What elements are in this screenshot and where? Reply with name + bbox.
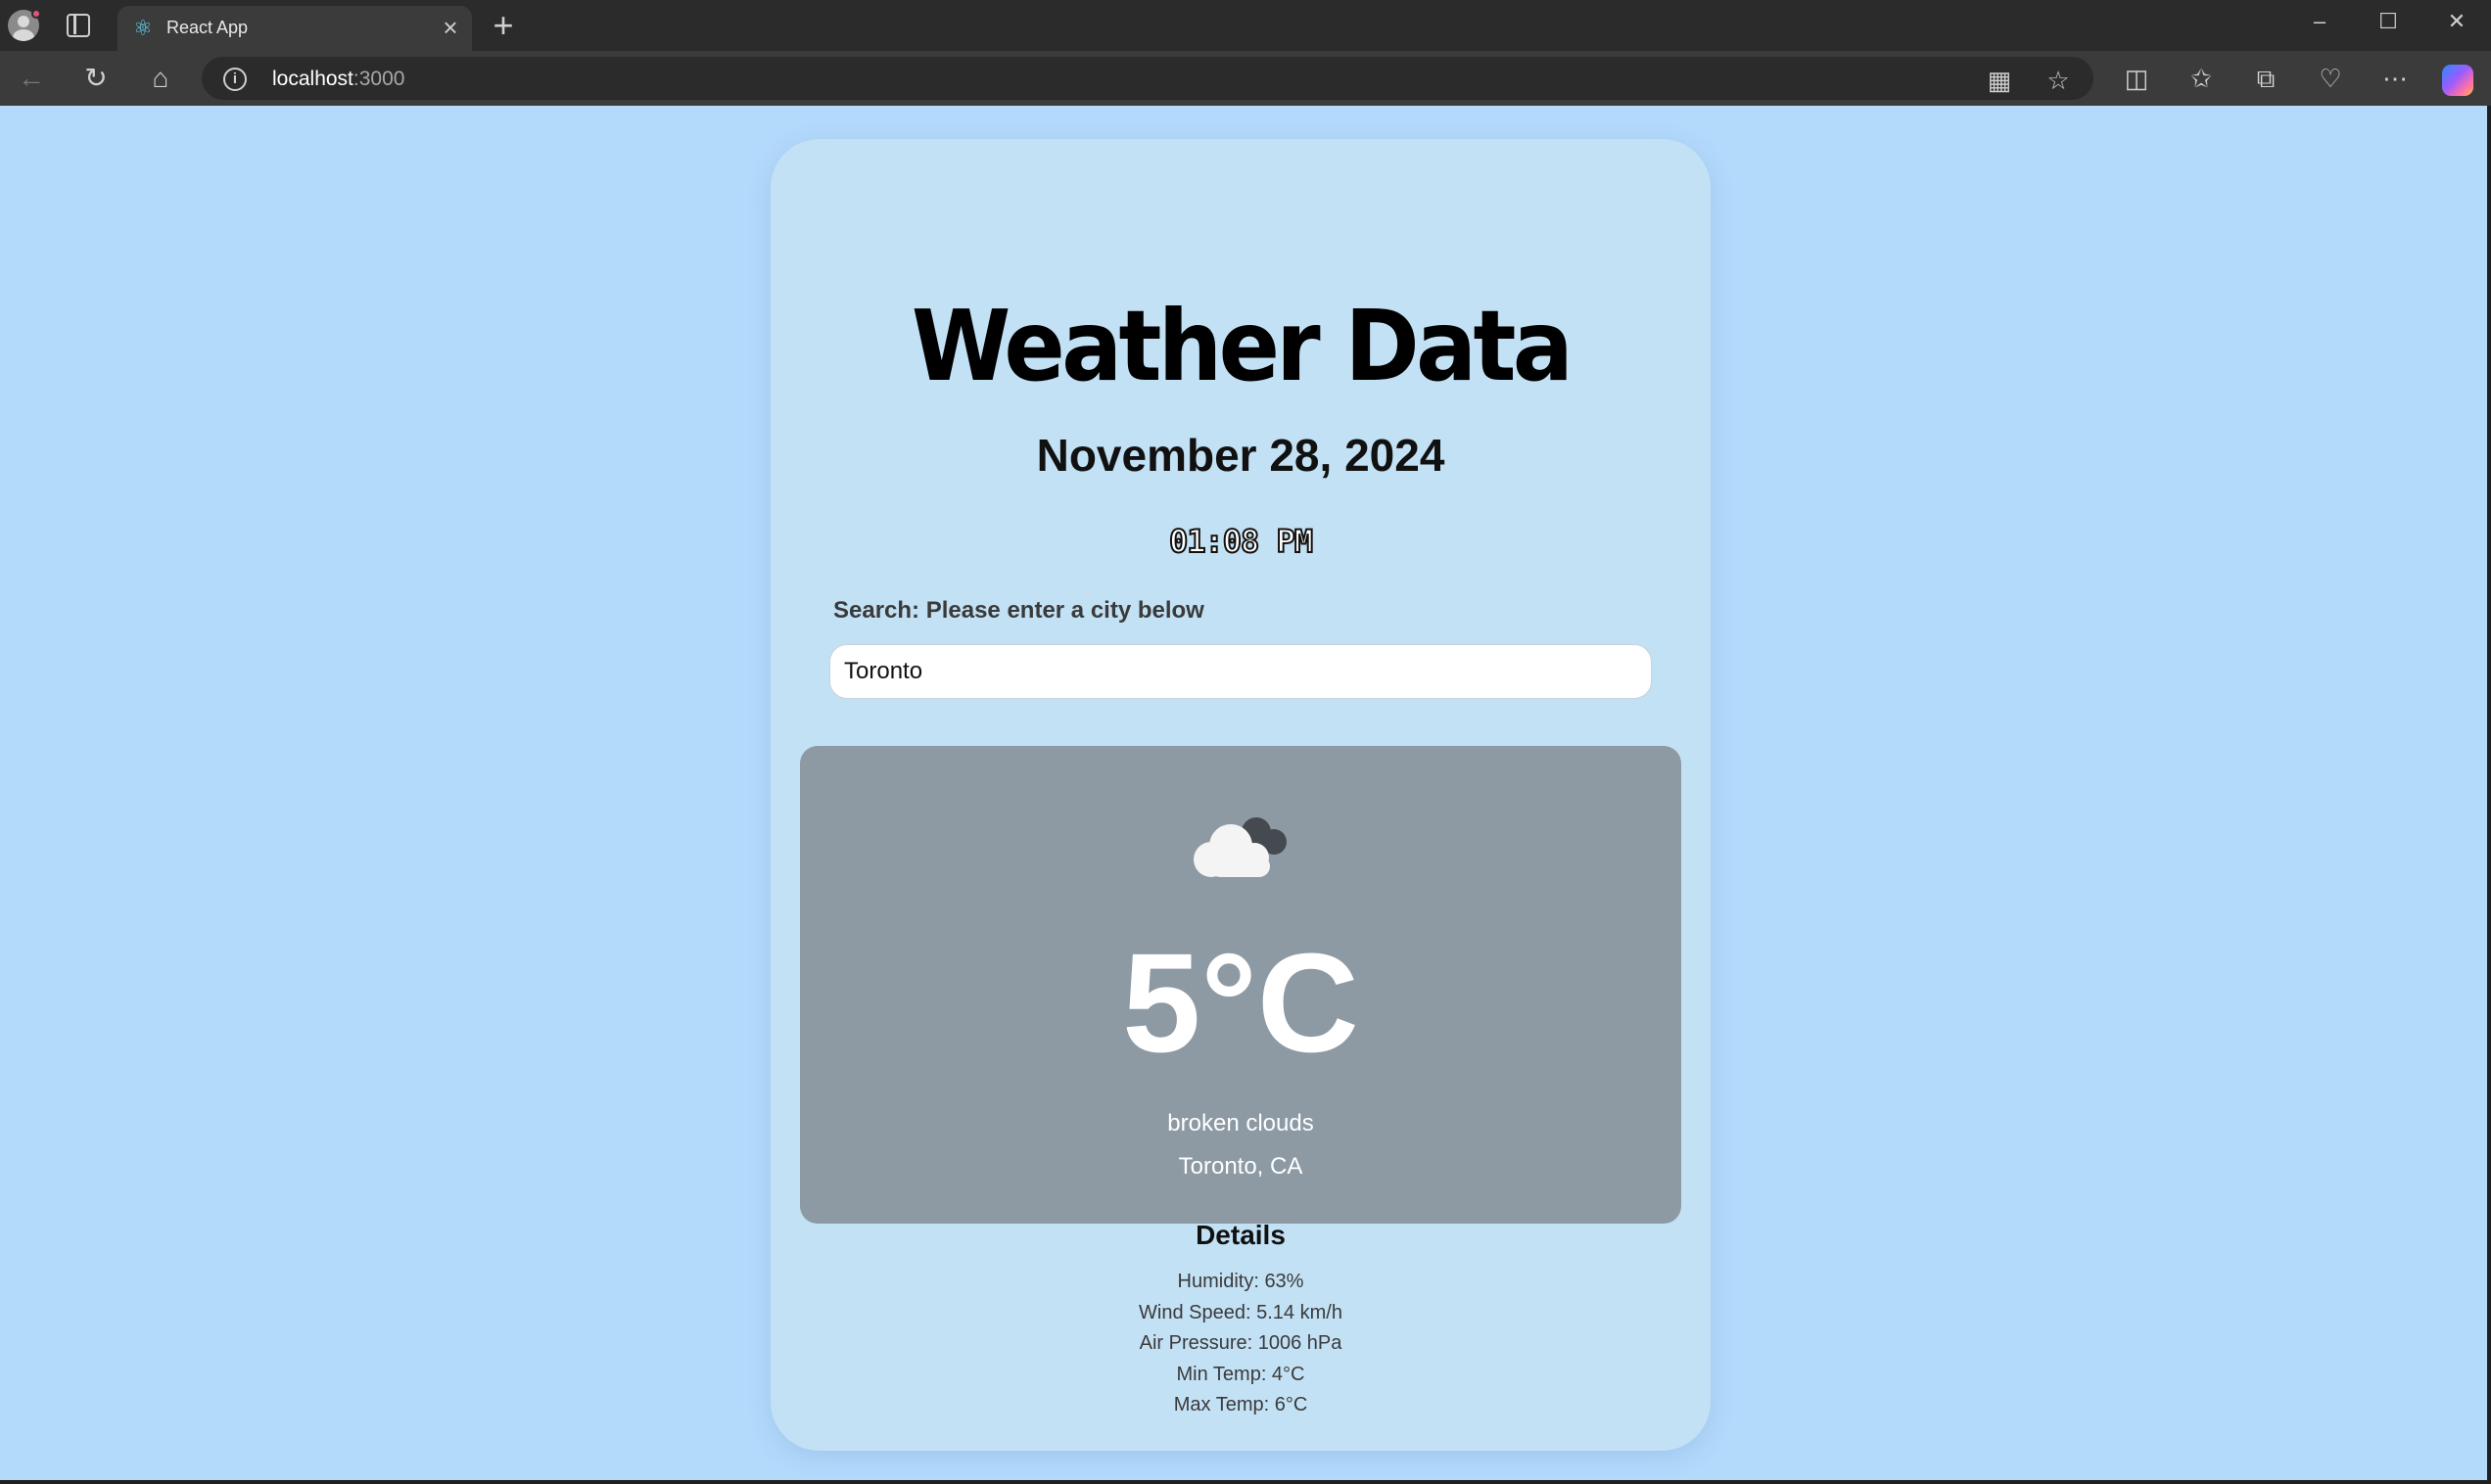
weather-location: Toronto, CA (1178, 1153, 1303, 1180)
minimize-icon[interactable]: – (2285, 0, 2354, 43)
home-icon[interactable]: ⌂ (141, 59, 180, 98)
detail-air-pressure: Air Pressure: 1006 hPa (1139, 1332, 1342, 1354)
tab-actions-icon[interactable] (67, 14, 90, 37)
browser-tab-bar: ⚛ React App × + – ☐ ✕ (0, 0, 2491, 51)
weather-description: broken clouds (1167, 1110, 1314, 1136)
site-info-icon[interactable]: i (223, 68, 247, 91)
collections-icon[interactable]: ⧉ (2248, 61, 2283, 96)
reload-icon[interactable]: ↻ (76, 59, 116, 98)
maximize-icon[interactable]: ☐ (2354, 0, 2422, 43)
current-time: 01:08 PM (1168, 522, 1314, 561)
detail-max-temp: Max Temp: 6°C (1173, 1394, 1308, 1415)
browser-address-bar: ← ↻ ⌂ i localhost:3000 ▦ ☆ ◫ ✩ ⧉ ♡ ⋯ (0, 51, 2491, 106)
new-tab-icon[interactable]: + (486, 8, 521, 43)
details-heading: Details (1196, 1220, 1286, 1250)
browser-tab[interactable]: ⚛ React App × (118, 6, 472, 51)
detail-humidity: Humidity: 63% (1177, 1271, 1304, 1292)
notification-dot (31, 9, 41, 19)
details-list: Humidity: 63% Wind Speed: 5.14 km/h Air … (771, 1267, 1711, 1421)
page-viewport: Weather Data November 28, 2024 01:08 PM … (0, 106, 2487, 1480)
city-search-input[interactable] (829, 644, 1652, 699)
browser-essentials-icon[interactable]: ♡ (2313, 61, 2348, 96)
more-options-icon[interactable]: ⋯ (2377, 61, 2413, 96)
split-screen-icon[interactable]: ◫ (2119, 61, 2154, 96)
url-text: localhost:3000 (272, 68, 405, 90)
url-field[interactable]: i localhost:3000 ▦ ☆ (202, 57, 2093, 100)
broken-clouds-icon (1194, 817, 1287, 877)
app-available-icon[interactable]: ▦ (1984, 65, 2015, 96)
close-tab-icon[interactable]: × (437, 14, 464, 41)
copilot-icon[interactable] (2442, 65, 2473, 96)
detail-min-temp: Min Temp: 4°C (1176, 1363, 1305, 1385)
temperature-value: 5°C (1122, 924, 1359, 1082)
search-label: Search: Please enter a city below (833, 597, 1204, 624)
tab-title: React App (166, 18, 249, 37)
favorites-icon[interactable]: ✩ (2184, 61, 2219, 96)
favorite-star-icon[interactable]: ☆ (2043, 65, 2074, 96)
back-icon[interactable]: ← (12, 59, 51, 98)
current-date: November 28, 2024 (1036, 430, 1445, 481)
weather-card: Weather Data November 28, 2024 01:08 PM … (771, 139, 1711, 1451)
react-logo-icon: ⚛ (133, 16, 153, 40)
current-weather-panel: 5°C broken clouds Toronto, CA (800, 746, 1681, 1224)
page-title: Weather Data (911, 289, 1574, 403)
detail-wind-speed: Wind Speed: 5.14 km/h (1139, 1301, 1342, 1323)
close-window-icon[interactable]: ✕ (2422, 0, 2491, 43)
